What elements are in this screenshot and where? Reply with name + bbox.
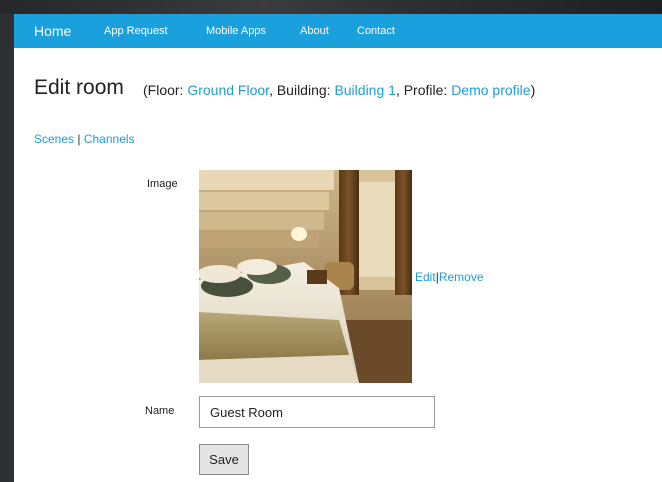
room-sub-links: Scenes | Channels <box>34 132 135 146</box>
scenes-link[interactable]: Scenes <box>34 132 74 146</box>
room-context: (Floor: Ground Floor, Building: Building… <box>143 82 535 98</box>
save-button[interactable]: Save <box>199 444 249 475</box>
context-profile-prefix: , Profile: <box>395 82 452 98</box>
links-separator: | <box>77 132 81 146</box>
context-close: ) <box>530 82 536 98</box>
image-actions: Edit|Remove <box>415 270 484 284</box>
nav-mobile-apps[interactable]: Mobile Apps <box>206 14 266 48</box>
top-navbar: Home App Request Mobile Apps About Conta… <box>14 14 662 48</box>
building-link[interactable]: Building 1 <box>334 82 396 98</box>
nav-contact[interactable]: Contact <box>357 14 395 48</box>
floor-link[interactable]: Ground Floor <box>187 82 269 98</box>
page-panel: Home App Request Mobile Apps About Conta… <box>14 14 662 482</box>
nav-about[interactable]: About <box>300 14 329 48</box>
image-remove-link[interactable]: Remove <box>439 270 484 284</box>
room-image <box>199 170 412 383</box>
context-floor-prefix: (Floor: <box>143 82 188 98</box>
window-backdrop <box>0 0 662 14</box>
image-edit-link[interactable]: Edit <box>415 270 436 284</box>
context-building-prefix: , Building: <box>269 82 335 98</box>
image-label: Image <box>147 178 178 190</box>
nav-home[interactable]: Home <box>34 14 71 48</box>
page-title: Edit room <box>34 76 124 99</box>
room-name-input[interactable] <box>199 396 435 428</box>
nav-app-request[interactable]: App Request <box>104 14 168 48</box>
hotel-room-photo <box>199 170 412 383</box>
profile-link[interactable]: Demo profile <box>451 82 530 98</box>
name-label: Name <box>145 405 175 417</box>
channels-link[interactable]: Channels <box>84 132 135 146</box>
